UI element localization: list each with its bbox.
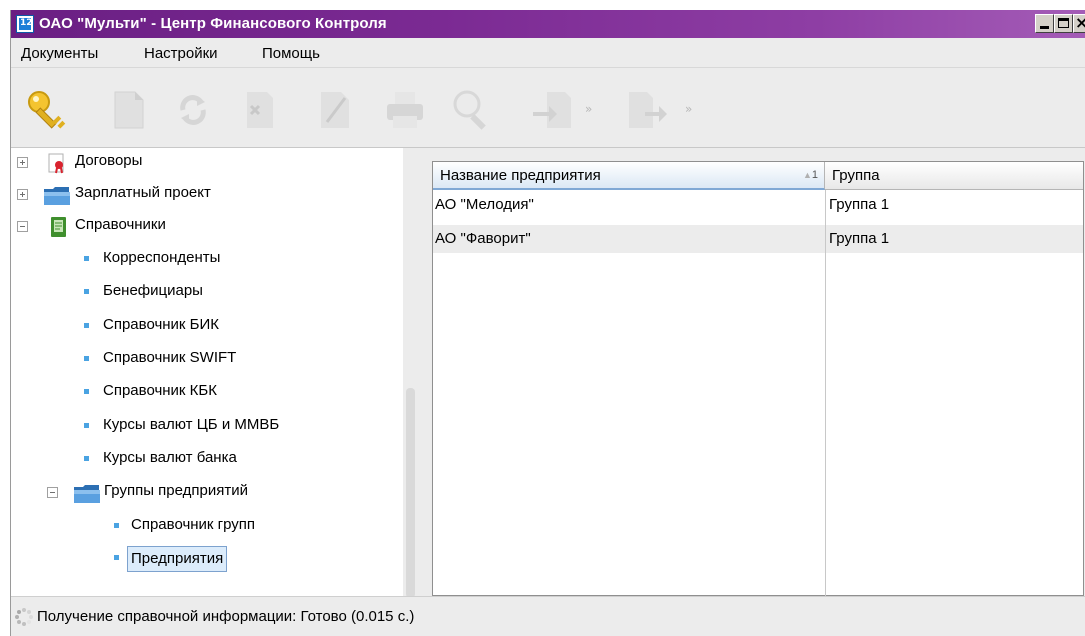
menu-documents[interactable]: Документы	[21, 45, 98, 62]
cell-name: АО "Мелодия"	[435, 196, 534, 213]
tree-item-label: Группы предприятий	[104, 482, 248, 499]
app-logo-icon	[16, 15, 34, 33]
enterprises-table: Название предприятия ▲1 Группа АО "Мелод…	[432, 161, 1084, 596]
chevron-down-icon: »	[585, 102, 593, 116]
window-title: ОАО "Мульти" - Центр Финансового Контрол…	[39, 15, 387, 32]
close-icon: ×	[1075, 15, 1085, 32]
minimize-icon	[1040, 26, 1049, 29]
column-header-label: Название предприятия	[440, 167, 601, 184]
expand-icon[interactable]	[17, 189, 28, 200]
status-text: Получение справочной информации: Готово …	[37, 608, 415, 625]
collapse-icon[interactable]	[47, 487, 58, 498]
tree-item-label: Справочник БИК	[103, 316, 220, 333]
search-icon[interactable]	[449, 88, 489, 132]
menu-bar: Документы Настройки Помощь	[11, 38, 1085, 68]
bullet-icon	[84, 423, 89, 428]
cell-name: АО "Фаворит"	[435, 230, 531, 247]
bullet-icon	[84, 356, 89, 361]
tree-item-label: Бенефициары	[103, 282, 203, 299]
cell-group: Группа 1	[829, 230, 890, 247]
tree-item-label: Курсы валют банка	[103, 449, 237, 466]
tree-item-label-selected: Предприятия	[127, 546, 228, 572]
chevron-down-icon: »	[685, 102, 693, 116]
bullet-icon	[84, 256, 89, 261]
table-row[interactable]: АО "Мелодия" Группа 1	[433, 191, 1083, 219]
tree-item-label: Корреспонденты	[103, 249, 221, 266]
column-header-name[interactable]: Название предприятия ▲1	[433, 162, 825, 190]
menu-settings[interactable]: Настройки	[144, 45, 218, 62]
scrollbar-thumb[interactable]	[406, 388, 415, 598]
tree-item-label: Справочник КБК	[103, 382, 217, 399]
bullet-icon	[114, 523, 119, 528]
sort-asc-icon: ▲	[802, 170, 812, 180]
export-icon[interactable]	[625, 88, 667, 132]
book-icon	[49, 216, 69, 237]
sign-icon[interactable]	[315, 88, 355, 132]
import-dropdown[interactable]: »	[585, 88, 599, 132]
cell-group: Группа 1	[829, 196, 890, 213]
app-window: ОАО "Мульти" - Центр Финансового Контрол…	[10, 10, 1085, 636]
tree-item-label: Справочник SWIFT	[103, 349, 237, 366]
menu-help[interactable]: Помощь	[262, 45, 320, 62]
expand-icon[interactable]	[17, 157, 28, 168]
table-header: Название предприятия ▲1 Группа	[433, 162, 1083, 190]
refresh-icon[interactable]	[173, 88, 213, 132]
table-row[interactable]: АО "Фаворит" Группа 1	[433, 225, 1083, 253]
tree-item-label: Договоры	[75, 152, 143, 169]
bullet-icon	[84, 456, 89, 461]
tree-item-label: Зарплатный проект	[75, 184, 211, 201]
document-icon[interactable]	[109, 88, 149, 132]
column-header-group[interactable]: Группа	[825, 162, 1083, 189]
sort-indicator: ▲1	[803, 162, 818, 189]
maximize-button[interactable]	[1054, 14, 1073, 33]
close-button[interactable]: ×	[1073, 14, 1085, 33]
contract-icon	[47, 152, 67, 174]
toolbar: » »	[11, 68, 1085, 148]
column-divider	[825, 190, 826, 596]
collapse-icon[interactable]	[17, 221, 28, 232]
bullet-icon	[114, 555, 119, 560]
status-bar: Получение справочной информации: Готово …	[11, 596, 1085, 636]
sort-order: 1	[811, 169, 818, 181]
tree-item-label: Справочник групп	[131, 516, 256, 533]
tree-item-label: Справочники	[75, 216, 166, 233]
folder-icon	[73, 482, 101, 503]
tree-item-label: Курсы валют ЦБ и ММВБ	[103, 416, 280, 433]
bullet-icon	[84, 323, 89, 328]
bullet-icon	[84, 389, 89, 394]
import-icon[interactable]	[531, 88, 571, 132]
content-panel: Название предприятия ▲1 Группа АО "Мелод…	[418, 148, 1085, 596]
delete-icon[interactable]	[239, 88, 279, 132]
key-icon[interactable]	[25, 88, 66, 132]
bullet-icon	[84, 289, 89, 294]
navigation-tree: Договоры Зарплатный проект Справочники К…	[11, 148, 403, 596]
print-icon[interactable]	[383, 88, 423, 132]
spinner-icon	[15, 608, 33, 626]
maximize-icon	[1058, 18, 1069, 28]
export-dropdown[interactable]: »	[685, 88, 699, 132]
title-bar[interactable]: ОАО "Мульти" - Центр Финансового Контрол…	[11, 10, 1085, 38]
tree-scrollbar[interactable]	[403, 148, 418, 598]
folder-icon	[43, 184, 71, 205]
minimize-button[interactable]	[1035, 14, 1054, 33]
